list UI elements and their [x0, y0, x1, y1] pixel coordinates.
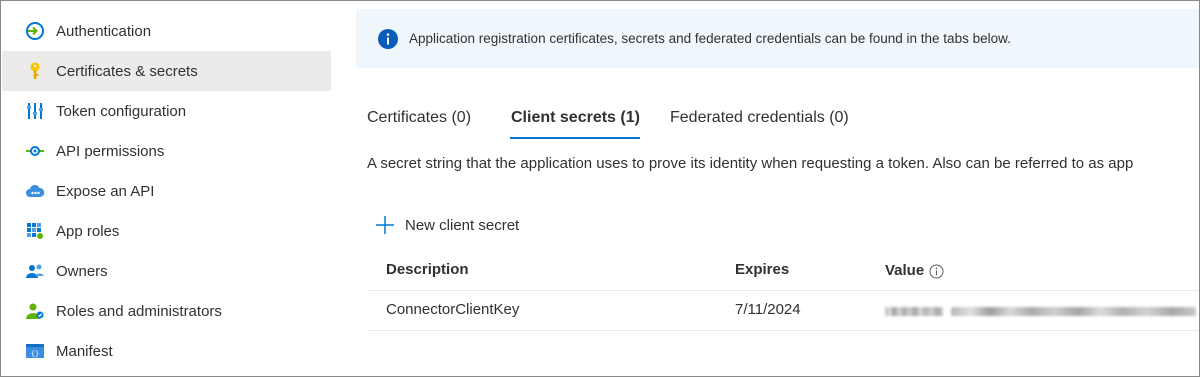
redacted-secret-value — [885, 292, 1196, 330]
sidebar-item-api-permissions[interactable]: API permissions — [2, 131, 331, 171]
authentication-icon — [25, 21, 45, 41]
sidebar-item-manifest[interactable]: {} Manifest — [2, 331, 331, 371]
main-content: Application registration certificates, s… — [356, 1, 1199, 376]
sidebar-item-label: Expose an API — [56, 182, 155, 200]
app-roles-icon — [25, 221, 45, 241]
tab-federated-credentials[interactable]: Federated credentials (0) — [670, 101, 849, 137]
column-header-expires: Expires — [735, 261, 790, 278]
sidebar-item-label: App roles — [56, 222, 120, 240]
banner-text: Application registration certificates, s… — [409, 31, 1011, 46]
cloud-icon — [25, 181, 45, 201]
column-header-value-label: Value — [885, 262, 925, 279]
sidebar-item-label: Token configuration — [56, 102, 187, 120]
info-icon — [378, 28, 398, 49]
secret-value-cell — [885, 291, 1196, 331]
secret-description: A secret string that the application use… — [367, 155, 1134, 172]
sidebar-item-label: Authentication — [56, 22, 152, 40]
sidebar-item-label: API permissions — [56, 142, 165, 160]
tab-certificates[interactable]: Certificates (0) — [367, 101, 471, 137]
sidebar-item-token-configuration[interactable]: Token configuration — [2, 91, 331, 131]
table-row: ConnectorClientKey 7/11/2024 — [367, 291, 1199, 331]
app-registration-panel: Authentication Certificates & secrets To… — [0, 0, 1200, 377]
table-header-row: Description Expires Value — [367, 251, 1199, 291]
sidebar-item-label: Roles and administrators — [56, 302, 222, 320]
sidebar-item-certificates-secrets[interactable]: Certificates & secrets — [2, 51, 331, 91]
svg-text:{}: {} — [31, 350, 39, 358]
sidebar-item-label: Certificates & secrets — [56, 62, 198, 80]
owners-icon — [25, 261, 45, 281]
sidebar-item-label: Manifest — [56, 342, 113, 360]
sidebar-item-owners[interactable]: Owners — [2, 251, 331, 291]
secret-expires-cell: 7/11/2024 — [735, 301, 801, 318]
sidebar-item-app-roles[interactable]: App roles — [2, 211, 331, 251]
new-client-secret-button[interactable]: New client secret — [375, 213, 519, 237]
info-banner: Application registration certificates, s… — [356, 9, 1199, 68]
sidebar-item-label: Owners — [56, 262, 108, 280]
new-client-secret-label: New client secret — [405, 216, 520, 234]
secret-description-cell: ConnectorClientKey — [386, 301, 520, 318]
manifest-icon: {} — [25, 341, 45, 361]
key-icon — [25, 61, 45, 81]
sidebar-item-roles-administrators[interactable]: Roles and administrators — [2, 291, 331, 331]
roles-admin-icon — [25, 301, 45, 321]
sidebar: Authentication Certificates & secrets To… — [1, 1, 331, 376]
tab-client-secrets[interactable]: Client secrets (1) — [511, 101, 640, 137]
plus-icon — [375, 215, 395, 235]
token-config-icon — [25, 101, 45, 121]
api-permissions-icon — [25, 141, 45, 161]
column-header-value: Value — [885, 251, 944, 291]
sidebar-item-expose-an-api[interactable]: Expose an API — [2, 171, 331, 211]
active-tab-indicator — [510, 137, 640, 139]
column-header-description: Description — [386, 261, 469, 278]
info-outline-icon[interactable] — [929, 264, 944, 279]
sidebar-item-authentication[interactable]: Authentication — [2, 11, 331, 51]
